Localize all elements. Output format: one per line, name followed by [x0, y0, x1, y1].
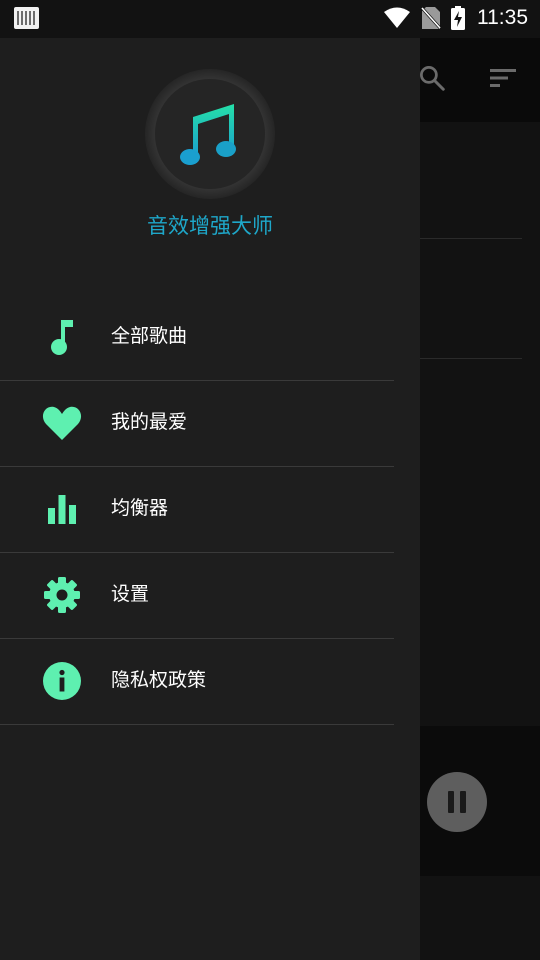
music-note-icon: [180, 104, 236, 165]
menu-item-settings[interactable]: 设置: [0, 553, 394, 639]
info-icon: [42, 661, 82, 701]
search-icon: [420, 66, 445, 91]
heart-icon: [42, 403, 82, 443]
battery-charging-icon: [451, 6, 465, 30]
sort-icon: [490, 69, 516, 87]
status-icons: [383, 6, 465, 30]
status-bar: 11:35: [0, 0, 540, 38]
menu-item-label: 隐私权政策: [111, 669, 207, 691]
menu-item-equalizer[interactable]: 均衡器: [0, 467, 394, 553]
menu-item-privacy-policy[interactable]: 隐私权政策: [0, 639, 394, 725]
menu-item-favorites[interactable]: 我的最爱: [0, 381, 394, 467]
equalizer-icon: [42, 489, 82, 529]
wifi-icon: [384, 7, 410, 28]
pause-button[interactable]: [427, 772, 487, 832]
drawer-menu: 全部歌曲 我的最爱 均衡器 设置 隐私权政策: [0, 295, 394, 725]
status-time: 11:35: [477, 6, 528, 29]
menu-item-all-songs[interactable]: 全部歌曲: [0, 295, 394, 381]
menu-item-label: 设置: [111, 583, 150, 605]
navigation-drawer: 音效增强大师 全部歌曲 我的最爱 均衡器 设置 隐私权政策: [0, 38, 420, 960]
gear-icon: [42, 575, 82, 615]
no-sim-icon: [421, 6, 441, 30]
app-logo: [145, 69, 275, 199]
menu-item-label: 我的最爱: [111, 411, 188, 433]
menu-item-label: 均衡器: [111, 497, 169, 519]
background-divider: [420, 358, 522, 359]
pause-icon: [460, 791, 466, 813]
pause-icon: [448, 791, 454, 813]
menu-item-label: 全部歌曲: [111, 325, 188, 347]
music-note-icon: [42, 317, 82, 357]
app-name: 音效增强大师: [147, 214, 273, 238]
notification-icon: [14, 7, 39, 29]
background-divider: [420, 238, 522, 239]
